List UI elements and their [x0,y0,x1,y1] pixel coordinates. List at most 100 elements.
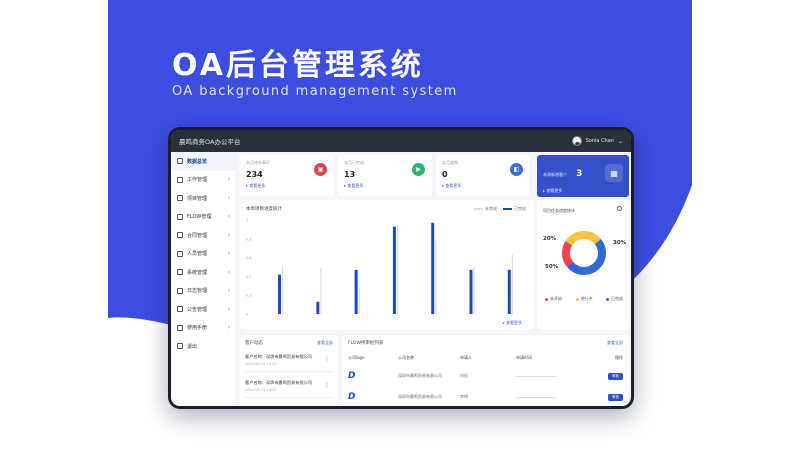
menu-icon [177,343,183,350]
legend-item-finished: 已完成 [503,206,526,212]
chart-more-link[interactable]: ▸ 查看更多 [503,320,522,326]
stat-icon: ▣ [314,163,327,176]
chart-title: 本周项目进度统计 [246,207,282,212]
sidebar-item-label: FLOW管理 [187,214,212,221]
stat-card-2[interactable]: 本月逾期 0 ▸ 查看更多 ◧ [436,155,530,196]
bar-finished [507,269,511,314]
stat-more-link[interactable]: ▸ 查看更多 [246,183,328,189]
promo-stage: OA后台管理系统 OA background management system… [0,0,800,453]
y-tick-label: 0 [246,313,248,317]
user-menu[interactable]: Sonia Chan ⌄ [571,136,623,146]
progress-chart-card: 本周项目进度统计 未完成 已完成 1 0.8 0.6 0.4 0.2 0 ▸ 查看更多 [240,200,534,330]
chevron-right-icon: › [227,305,230,313]
donut-legend-item: 未开始 [545,296,562,302]
sidebar-item-1[interactable]: 工作管理 › [171,171,236,190]
y-tick-label: 0.8 [246,237,252,241]
more-vertical-icon[interactable]: ⋮ [324,356,330,363]
bar-unfinished [320,267,322,314]
approval-table-header: FLOW待审批列表 查看全部 [348,340,623,346]
bar-finished [316,301,320,314]
table-head: 公司logo 公司名称 申请人 申请时间 操作 [348,355,623,361]
sidebar-item-label: 合同管理 [187,232,208,239]
sidebar-item-5[interactable]: 人员管理 › [171,245,236,264]
chevron-right-icon: › [227,268,230,276]
table-row: D 深圳市晨鸣贸易有限公司 刘佳 审批 [348,370,623,382]
menu-icon [177,195,183,202]
approve-button[interactable]: 审批 [608,372,623,380]
pct-label-20: 20% [543,236,557,242]
sidebar-item-label: 人员管理 [187,251,208,258]
sidebar-item-4[interactable]: 合同管理 › [171,226,236,245]
list-item[interactable]: 客户名称：深圳市晨鸣贸易有限公司 2020-05-12 14:22 ⋮ [245,380,333,398]
sidebar-item-9[interactable]: 使用手册 › [171,319,236,338]
pct-label-30: 30% [613,240,627,246]
chevron-down-icon[interactable]: ⌄ [618,138,623,145]
sidebar-item-8[interactable]: 公告管理 › [171,300,236,319]
y-tick-label: 0.6 [246,256,252,260]
sidebar-item-label: 使用手册 [187,325,208,332]
bar-unfinished [473,267,475,314]
building-icon: ▦ [605,164,623,182]
bar-unfinished [435,240,437,314]
sidebar: 数据总览 工作管理 › 项目管理 › FLOW管理 › 合同管理 › 人员管理 › 系统管理 › 日志管理… [171,152,237,406]
menu-icon [177,213,183,220]
donut-chart-card: 项目任务进度统计 20% 30% 50% 未开始 进行中 已完成 [537,200,629,330]
more-vertical-icon[interactable]: ⋮ [324,382,330,389]
approval-view-all[interactable]: 查看全部 [607,340,623,346]
y-tick-label: 0.2 [246,294,252,298]
donut-legend-item: 已完成 [606,296,623,302]
donut-legend-item: 进行中 [575,296,593,302]
menu-icon [177,287,183,294]
sidebar-item-10[interactable]: 退出 [171,337,236,356]
avatar[interactable] [571,136,582,146]
stat-card-1[interactable]: 本月已完成 13 ▸ 查看更多 ▶ [338,155,432,196]
list-item[interactable]: 客户名称：深圳市晨鸣贸易有限公司 2020-05-12 14:22 ⋮ [245,354,333,372]
chevron-right-icon: › [227,213,230,221]
chevron-right-icon: › [227,287,230,295]
stat-more-link[interactable]: ▸ 查看更多 [442,183,524,189]
col-header-op: 操作 [615,355,623,360]
more-options-icon[interactable] [617,206,622,211]
app-title: 晨鸣商务OA办公平台 [179,138,241,146]
bar-finished [469,269,473,314]
donut-chart [562,231,606,275]
new-customers-label: 本周新增客户 [543,172,567,177]
sidebar-item-0[interactable]: 数据总览 [171,152,236,171]
new-customers-value: 3 [576,169,583,179]
sidebar-item-label: 工作管理 [187,177,208,184]
approval-table-title: FLOW待审批列表 [348,341,384,346]
menu-icon [177,232,183,239]
new-customers-card[interactable]: 本周新增客户 3 ▸ 查看更多 ▦ [537,155,629,197]
customer-activity-title: 客户动态 [245,341,263,346]
stat-card-0[interactable]: 本月待办事项 234 ▸ 查看更多 ▣ [240,155,334,196]
new-customers-link[interactable]: ▸ 查看更多 [543,188,623,194]
chevron-right-icon: › [227,176,230,184]
col-header-time: 申请时间 [516,355,532,360]
customer-activity-header: 客户动态 查看全部 [245,340,333,346]
sidebar-item-2[interactable]: 项目管理 › [171,189,236,208]
customer-activity-view-all[interactable]: 查看全部 [317,340,333,346]
user-name: Sonia Chan [585,138,614,144]
bar-unfinished [511,254,513,314]
bar-finished [392,226,396,314]
main-content: 本月待办事项 234 ▸ 查看更多 ▣ 本月已完成 13 ▸ 查看更多 ▶ 本月逾期 0 ▸ 查看更… [240,155,629,406]
sidebar-item-7[interactable]: 日志管理 › [171,282,236,301]
stat-icon: ◧ [510,163,523,176]
approve-button[interactable]: 审批 [608,393,623,401]
bar-finished [354,269,358,314]
menu-icon [177,250,183,257]
cell-applicant: 刘佳 [460,373,468,378]
tablet-device: 晨鸣商务OA办公平台 Sonia Chan ⌄ 数据总览 工作管理 › 项目管理 › FL… [168,127,634,409]
stat-more-link[interactable]: ▸ 查看更多 [344,183,426,189]
list-item-date: 2020-05-12 14:22 [245,362,277,366]
sidebar-item-3[interactable]: FLOW管理 › [171,208,236,227]
sidebar-item-6[interactable]: 系统管理 › [171,263,236,282]
col-header-company: 公司名称 [398,355,414,360]
menu-icon [177,306,183,313]
col-header-logo: 公司logo [348,355,365,360]
list-item-name: 客户名称：深圳市晨鸣贸易有限公司 [245,380,313,385]
cell-time-placeholder [516,397,556,398]
sidebar-item-label: 日志管理 [187,288,208,295]
cell-applicant: 李明 [460,394,468,399]
menu-icon [177,324,183,331]
